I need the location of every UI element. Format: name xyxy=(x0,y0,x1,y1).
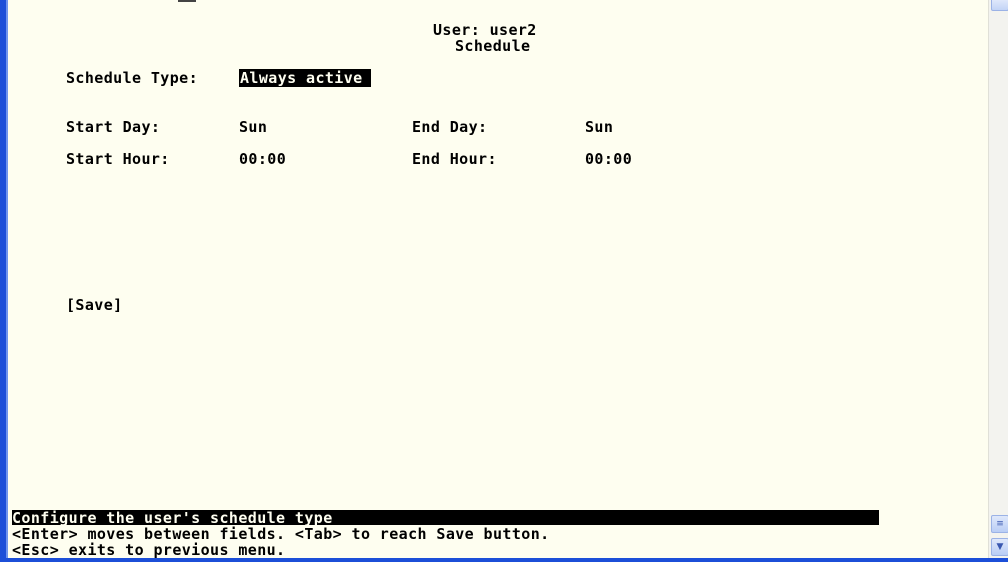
end-hour-label: End Hour: xyxy=(412,150,497,168)
start-hour-field[interactable]: 00:00 xyxy=(239,151,286,167)
terminal-screen: User: user2 Schedule Schedule Type: Alwa… xyxy=(8,0,988,558)
schedule-type-field[interactable]: Always active xyxy=(239,69,371,87)
scroll-down-icon[interactable]: ▼ xyxy=(991,538,1008,556)
end-hour-field[interactable]: 00:00 xyxy=(585,151,632,167)
page-title: Schedule xyxy=(455,37,531,55)
status-description: Configure the user's schedule type xyxy=(12,509,333,527)
help-line-1: <Enter> moves between fields. <Tab> to r… xyxy=(12,525,550,543)
scroll-thumb-grip-icon[interactable]: ≡ xyxy=(991,515,1008,533)
end-day-label: End Day: xyxy=(412,118,488,136)
vertical-scrollbar[interactable]: ≡ ▼ xyxy=(988,0,1008,558)
start-day-field[interactable]: Sun xyxy=(239,119,267,135)
top-edge-mark xyxy=(178,0,196,2)
start-hour-label: Start Hour: xyxy=(66,150,170,168)
user-heading: User: user2 xyxy=(433,21,537,39)
save-button[interactable]: [Save] xyxy=(66,297,123,313)
end-day-field[interactable]: Sun xyxy=(585,119,613,135)
schedule-type-label: Schedule Type: xyxy=(66,69,199,87)
start-day-label: Start Day: xyxy=(66,118,161,136)
help-line-2: <Esc> exits to previous menu. xyxy=(12,541,286,559)
schedule-type-value[interactable]: Always active xyxy=(239,69,371,87)
scroll-thumb[interactable] xyxy=(991,0,1008,11)
window-frame-bottom xyxy=(0,558,1008,562)
